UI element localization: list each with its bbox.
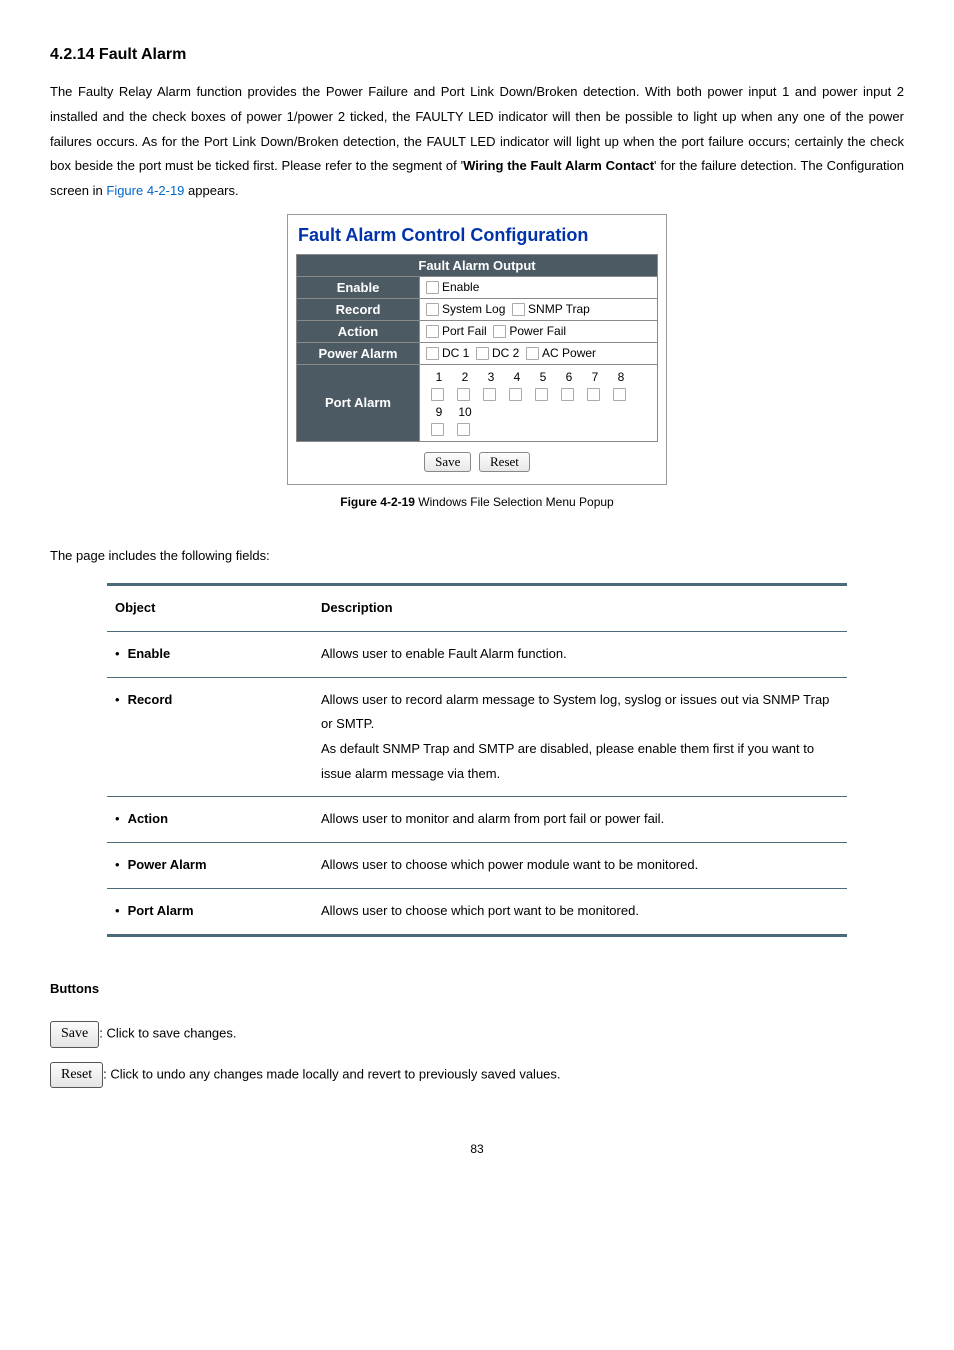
row-action-value: Port Fail Power Fail	[420, 320, 658, 342]
intro-text-3: appears.	[184, 183, 238, 198]
port-2-checkbox[interactable]	[457, 388, 470, 401]
port-4-checkbox[interactable]	[509, 388, 522, 401]
row-record-label: Record	[297, 298, 420, 320]
port-1-checkbox[interactable]	[431, 388, 444, 401]
port-num-2: 2	[452, 370, 478, 384]
port-num-9: 9	[426, 405, 452, 419]
row-record-value: System Log SNMP Trap	[420, 298, 658, 320]
port-num-8: 8	[608, 370, 634, 384]
figure-caption: Figure 4-2-19 Windows File Selection Men…	[50, 491, 904, 514]
fa-header: Fault Alarm Output	[297, 254, 658, 276]
power-opt3: AC Power	[542, 346, 596, 360]
port-num-3: 3	[478, 370, 504, 384]
save-explain: Save: Click to save changes.	[50, 1021, 904, 1047]
row-power-label: Power Alarm	[297, 342, 420, 364]
port-3-checkbox[interactable]	[483, 388, 496, 401]
intro-paragraph: The Faulty Relay Alarm function provides…	[50, 80, 904, 203]
port-grid: 1 2 3 4 5 6 7 8 9 10	[426, 368, 651, 438]
action-powerfail-checkbox[interactable]	[493, 325, 506, 338]
fields-intro: The page includes the following fields:	[50, 544, 904, 569]
fault-alarm-table: Fault Alarm Output Enable Enable Record …	[296, 254, 658, 442]
enable-opt1: Enable	[442, 280, 479, 294]
intro-bold: Wiring the Fault Alarm Contact	[463, 158, 654, 173]
record-opt1: System Log	[442, 302, 505, 316]
power-opt1: DC 1	[442, 346, 469, 360]
power-dc1-checkbox[interactable]	[426, 347, 439, 360]
power-dc2-checkbox[interactable]	[476, 347, 489, 360]
action-opt2: Power Fail	[509, 324, 566, 338]
action-portfail-checkbox[interactable]	[426, 325, 439, 338]
desc-enable: Allows user to enable Fault Alarm functi…	[313, 632, 847, 678]
save-button[interactable]: Save	[424, 452, 471, 472]
figure-caption-text: Windows File Selection Menu Popup	[418, 495, 613, 509]
reset-button-inline[interactable]: Reset	[50, 1062, 103, 1088]
fields-table: Object Description •Enable Allows user t…	[107, 583, 847, 936]
obj-record: Record	[128, 692, 173, 707]
config-panel: Fault Alarm Control Configuration Fault …	[287, 214, 667, 485]
port-7-checkbox[interactable]	[587, 388, 600, 401]
power-ac-checkbox[interactable]	[526, 347, 539, 360]
obj-action: Action	[128, 811, 168, 826]
obj-power: Power Alarm	[128, 857, 207, 872]
record-snmp-checkbox[interactable]	[512, 303, 525, 316]
desc-record: Allows user to record alarm message to S…	[313, 677, 847, 797]
table-row: •Enable Allows user to enable Fault Alar…	[107, 632, 847, 678]
port-num-10: 10	[452, 405, 478, 419]
obj-port: Port Alarm	[128, 903, 194, 918]
port-num-1: 1	[426, 370, 452, 384]
save-desc: : Click to save changes.	[99, 1026, 236, 1041]
config-title: Fault Alarm Control Configuration	[298, 225, 658, 246]
port-num-5: 5	[530, 370, 556, 384]
table-row: •Action Allows user to monitor and alarm…	[107, 797, 847, 843]
figure-caption-bold: Figure 4-2-19	[340, 495, 418, 509]
table-row: •Record Allows user to record alarm mess…	[107, 677, 847, 797]
section-heading: 4.2.14 Fault Alarm	[50, 40, 904, 70]
action-opt1: Port Fail	[442, 324, 487, 338]
port-10-checkbox[interactable]	[457, 423, 470, 436]
obj-enable: Enable	[128, 646, 171, 661]
port-num-4: 4	[504, 370, 530, 384]
power-opt2: DC 2	[492, 346, 519, 360]
port-num-7: 7	[582, 370, 608, 384]
row-port-value: 1 2 3 4 5 6 7 8 9 10	[420, 364, 658, 441]
record-opt2: SNMP Trap	[528, 302, 590, 316]
port-9-checkbox[interactable]	[431, 423, 444, 436]
desc-action: Allows user to monitor and alarm from po…	[313, 797, 847, 843]
reset-explain: Reset: Click to undo any changes made lo…	[50, 1062, 904, 1088]
row-port-label: Port Alarm	[297, 364, 420, 441]
port-num-6: 6	[556, 370, 582, 384]
port-5-checkbox[interactable]	[535, 388, 548, 401]
buttons-heading: Buttons	[50, 977, 904, 1002]
table-row: •Port Alarm Allows user to choose which …	[107, 888, 847, 935]
enable-checkbox[interactable]	[426, 281, 439, 294]
port-6-checkbox[interactable]	[561, 388, 574, 401]
reset-desc: : Click to undo any changes made locally…	[103, 1066, 560, 1081]
record-syslog-checkbox[interactable]	[426, 303, 439, 316]
page-number: 83	[50, 1138, 904, 1161]
save-button-inline[interactable]: Save	[50, 1021, 99, 1047]
desc-port: Allows user to choose which port want to…	[313, 888, 847, 935]
figure-link[interactable]: Figure 4-2-19	[106, 183, 184, 198]
row-enable-label: Enable	[297, 276, 420, 298]
table-row: •Power Alarm Allows user to choose which…	[107, 843, 847, 889]
row-power-value: DC 1 DC 2 AC Power	[420, 342, 658, 364]
port-8-checkbox[interactable]	[613, 388, 626, 401]
reset-button[interactable]: Reset	[479, 452, 530, 472]
row-enable-value: Enable	[420, 276, 658, 298]
row-action-label: Action	[297, 320, 420, 342]
col-description-header: Description	[313, 585, 847, 632]
col-object-header: Object	[107, 585, 313, 632]
config-button-row: Save Reset	[296, 452, 658, 472]
desc-power: Allows user to choose which power module…	[313, 843, 847, 889]
